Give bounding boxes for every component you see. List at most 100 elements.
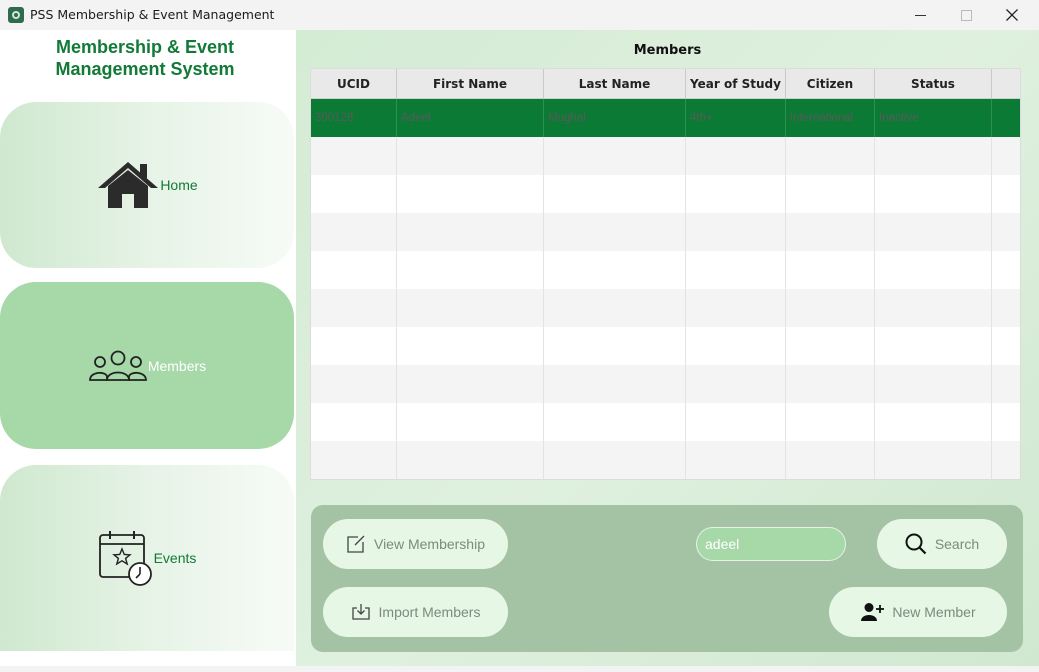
empty-cell — [875, 327, 992, 365]
empty-cell — [311, 327, 397, 365]
view-membership-label: View Membership — [373, 536, 485, 552]
cell-last-name: Mughal — [544, 99, 686, 137]
empty-cell — [311, 365, 397, 403]
system-title: Membership & Event Management System — [0, 36, 290, 80]
empty-cell — [786, 175, 875, 213]
window-title: PSS Membership & Event Management — [30, 7, 275, 22]
sidebar: Membership & Event Management System Hom… — [0, 30, 296, 666]
empty-cell — [544, 175, 686, 213]
cell-status: Inactive — [875, 99, 992, 137]
empty-table-row — [311, 251, 1020, 289]
empty-cell — [544, 403, 686, 441]
empty-cell — [397, 213, 544, 251]
action-panel: View Membership Import Members adeel Sea… — [311, 505, 1023, 652]
empty-cell — [311, 175, 397, 213]
close-icon — [1006, 9, 1018, 21]
system-title-line1: Membership & Event — [55, 37, 235, 57]
nav-members-label: Members — [147, 357, 207, 374]
app-window: PSS Membership & Event Management Member… — [0, 0, 1039, 672]
column-header-first-name[interactable]: First Name — [397, 69, 544, 99]
nav-events[interactable]: Events — [0, 465, 294, 651]
empty-cell — [544, 213, 686, 251]
empty-cell — [875, 365, 992, 403]
empty-cell — [397, 175, 544, 213]
empty-cell — [786, 327, 875, 365]
empty-cell — [397, 137, 544, 175]
empty-cell — [397, 327, 544, 365]
empty-cell — [544, 251, 686, 289]
title-bar[interactable]: PSS Membership & Event Management — [0, 0, 1039, 30]
empty-cell — [686, 441, 786, 479]
empty-cell — [686, 289, 786, 327]
empty-cell — [311, 441, 397, 479]
empty-cell — [686, 137, 786, 175]
empty-table-row — [311, 403, 1020, 441]
import-members-button[interactable]: Import Members — [323, 587, 508, 637]
empty-cell — [875, 289, 992, 327]
cell-ucid: 300128 — [311, 99, 397, 137]
empty-cell — [875, 251, 992, 289]
empty-cell — [686, 327, 786, 365]
empty-cell — [311, 403, 397, 441]
empty-cell — [786, 441, 875, 479]
empty-table-row — [311, 137, 1020, 175]
table-row[interactable]: 300128 Adeel Mughal 4th+ International I… — [311, 99, 1020, 137]
close-button[interactable] — [989, 0, 1035, 30]
search-label: Search — [934, 536, 980, 552]
empty-cell — [397, 403, 544, 441]
empty-cell — [544, 137, 686, 175]
cell-first-name: Adeel — [397, 99, 544, 137]
minimize-icon — [914, 14, 926, 16]
empty-cell — [786, 289, 875, 327]
nav-home[interactable]: Home — [0, 102, 294, 268]
empty-cell — [397, 365, 544, 403]
empty-cell — [311, 289, 397, 327]
empty-cell — [875, 137, 992, 175]
system-title-line2: Management System — [55, 59, 235, 79]
app-logo-icon — [8, 7, 24, 23]
empty-cell — [786, 251, 875, 289]
nav-home-label: Home — [160, 177, 198, 193]
empty-cell — [311, 137, 397, 175]
new-member-button[interactable]: New Member — [829, 587, 1007, 637]
column-header-status[interactable]: Status — [875, 69, 992, 99]
empty-cell — [686, 175, 786, 213]
import-icon — [351, 603, 371, 621]
column-header-year-of-study[interactable]: Year of Study — [686, 69, 786, 99]
empty-cell — [875, 213, 992, 251]
nav-members[interactable]: Members — [0, 282, 294, 449]
members-icon — [88, 350, 147, 381]
search-icon — [905, 533, 927, 555]
empty-cell — [397, 289, 544, 327]
search-button[interactable]: Search — [877, 519, 1007, 569]
empty-cell — [686, 365, 786, 403]
empty-cell — [786, 403, 875, 441]
empty-cell — [311, 251, 397, 289]
maximize-button[interactable] — [943, 0, 989, 30]
empty-cell — [875, 175, 992, 213]
add-user-icon — [860, 602, 885, 622]
main-panel: Members UCID First Name Last Name Year o… — [296, 30, 1039, 666]
empty-cell — [397, 251, 544, 289]
column-header-citizen[interactable]: Citizen — [786, 69, 875, 99]
empty-cell — [786, 137, 875, 175]
empty-cell — [686, 403, 786, 441]
empty-cell — [544, 365, 686, 403]
empty-cell — [786, 213, 875, 251]
empty-cell — [544, 289, 686, 327]
home-icon — [98, 162, 159, 208]
cell-year-of-study: 4th+ — [686, 99, 786, 137]
column-header-last-name[interactable]: Last Name — [544, 69, 686, 99]
empty-cell — [544, 441, 686, 479]
empty-cell — [397, 441, 544, 479]
minimize-button[interactable] — [897, 0, 943, 30]
empty-cell — [875, 403, 992, 441]
maximize-icon — [960, 9, 972, 21]
search-input[interactable] — [696, 527, 846, 561]
column-header-ucid[interactable]: UCID — [311, 69, 397, 99]
members-table[interactable]: UCID First Name Last Name Year of Study … — [310, 68, 1021, 480]
view-membership-button[interactable]: View Membership — [323, 519, 508, 569]
empty-table-row — [311, 365, 1020, 403]
empty-cell — [544, 327, 686, 365]
empty-cell — [686, 213, 786, 251]
